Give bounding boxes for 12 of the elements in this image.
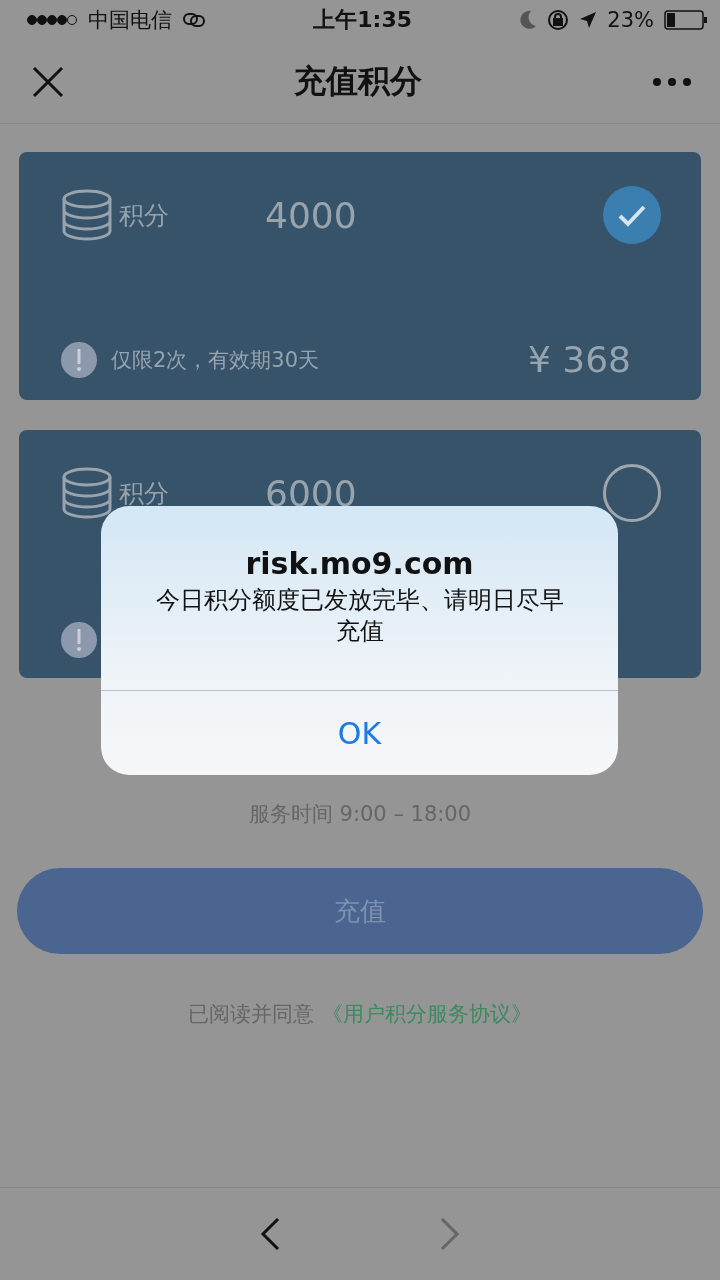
package-price: ¥ 368: [527, 339, 631, 380]
page-title: 充值积分: [294, 60, 422, 102]
carrier-name: 中国电信: [88, 7, 172, 34]
dialog-title: risk.mo9.com: [245, 546, 474, 581]
dialog-message: 今日积分额度已发放完毕、请明日尽早充值: [154, 585, 565, 647]
clock-time: 上午1:35: [313, 6, 412, 34]
package-points: 6000: [265, 472, 358, 514]
package-label: 积分: [119, 199, 170, 232]
package-note: 仅限2次，有效期30天: [111, 346, 321, 374]
package-label: 积分: [119, 477, 170, 510]
battery-percent: 23%: [607, 8, 654, 32]
package-points: 4000: [265, 194, 358, 236]
